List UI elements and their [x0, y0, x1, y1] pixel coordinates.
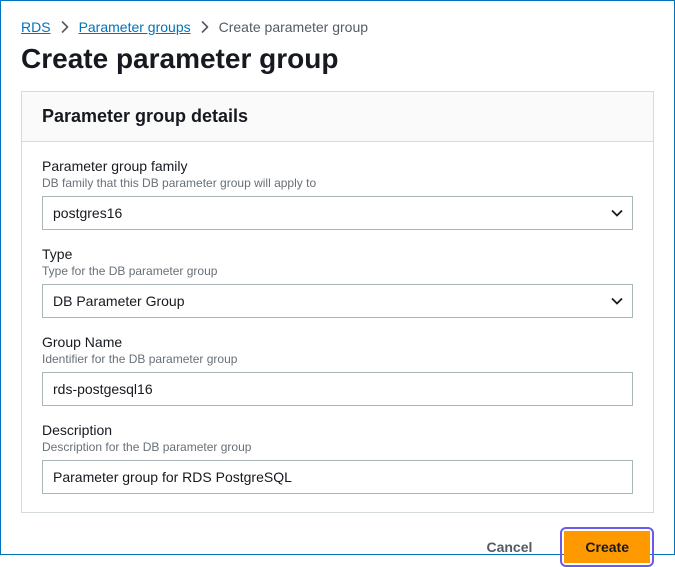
field-hint: Description for the DB parameter group	[42, 440, 633, 454]
field-type: Type Type for the DB parameter group DB …	[42, 246, 633, 318]
cancel-button[interactable]: Cancel	[470, 531, 548, 563]
field-label: Group Name	[42, 334, 633, 350]
parameter-group-family-select[interactable]: postgres16	[42, 196, 633, 230]
field-hint: Identifier for the DB parameter group	[42, 352, 633, 366]
create-button[interactable]: Create	[564, 531, 650, 563]
field-hint: DB family that this DB parameter group w…	[42, 176, 633, 190]
panel-body: Parameter group family DB family that th…	[22, 142, 653, 512]
chevron-right-icon	[201, 21, 209, 33]
field-label: Description	[42, 422, 633, 438]
panel-title: Parameter group details	[42, 106, 633, 127]
footer-actions: Cancel Create	[21, 527, 654, 567]
panel-header: Parameter group details	[22, 92, 653, 142]
field-parameter-group-family: Parameter group family DB family that th…	[42, 158, 633, 230]
field-group-name: Group Name Identifier for the DB paramet…	[42, 334, 633, 406]
parameter-group-details-panel: Parameter group details Parameter group …	[21, 91, 654, 513]
breadcrumb: RDS Parameter groups Create parameter gr…	[21, 19, 654, 35]
description-input[interactable]	[42, 460, 633, 494]
breadcrumb-link-parameter-groups[interactable]: Parameter groups	[79, 19, 191, 35]
page-title: Create parameter group	[21, 43, 654, 75]
breadcrumb-link-rds[interactable]: RDS	[21, 19, 51, 35]
field-description: Description Description for the DB param…	[42, 422, 633, 494]
chevron-right-icon	[61, 21, 69, 33]
type-select[interactable]: DB Parameter Group	[42, 284, 633, 318]
create-button-highlight: Create	[560, 527, 654, 567]
breadcrumb-current: Create parameter group	[219, 19, 368, 35]
field-label: Parameter group family	[42, 158, 633, 174]
group-name-input[interactable]	[42, 372, 633, 406]
field-hint: Type for the DB parameter group	[42, 264, 633, 278]
field-label: Type	[42, 246, 633, 262]
